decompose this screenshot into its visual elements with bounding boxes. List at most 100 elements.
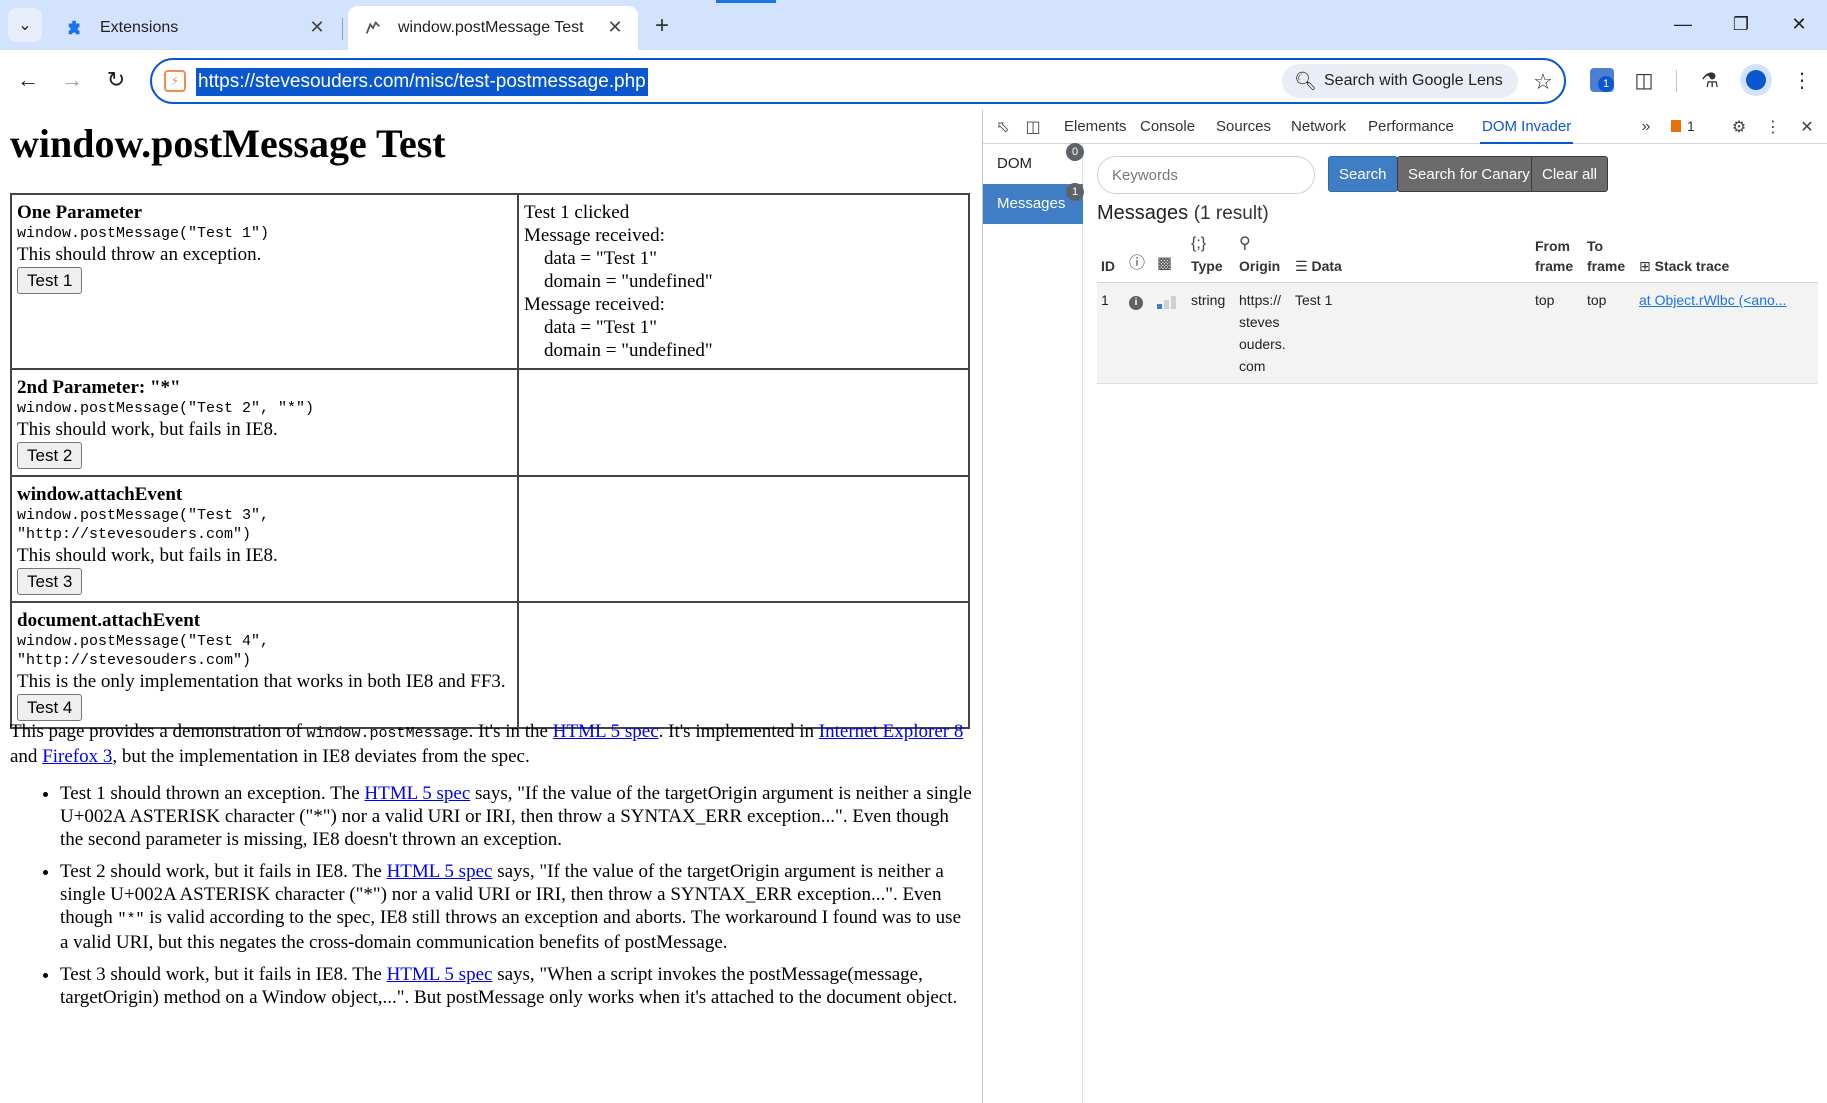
bookmark-star-icon[interactable]: ☆ (1528, 67, 1558, 97)
arrow-right-icon: → (61, 67, 83, 92)
reload-button[interactable]: ↻ (98, 62, 134, 98)
issues-counter[interactable]: 1 (1671, 118, 1695, 134)
test-cell: window.attachEvent window.postMessage("T… (10, 475, 519, 603)
column-header-origin[interactable]: ⚲ Origin (1235, 232, 1291, 283)
stack-trace-link[interactable]: at Object.rWlbc (<ano... (1639, 289, 1799, 311)
location-pin-icon: ⚲ (1239, 235, 1251, 252)
sidebar-item-messages[interactable]: Messages 1 (983, 183, 1084, 224)
html5-spec-link[interactable]: HTML 5 spec (553, 721, 659, 742)
google-lens-button[interactable]: 🔍︎ Search with Google Lens (1282, 64, 1518, 98)
extension-badge: 1 (1598, 76, 1614, 92)
browser-toolbar: ← → ↻ ⚡ https://stevesouders.com/misc/te… (0, 50, 1827, 110)
html5-spec-link[interactable]: HTML 5 spec (387, 861, 493, 882)
column-header-type[interactable]: {;} Type (1187, 232, 1235, 283)
restore-button[interactable]: ❐ (1718, 8, 1764, 40)
puzzle-icon: ◫ (1634, 69, 1654, 92)
test-cell: 2nd Parameter: "*" window.postMessage("T… (10, 368, 519, 477)
site-info-icon[interactable]: ⚡ (164, 70, 186, 92)
test-output-cell (517, 601, 970, 729)
clear-all-button[interactable]: Clear all (1531, 156, 1609, 192)
test-3-button[interactable]: Test 3 (17, 568, 83, 595)
kebab-menu-icon[interactable]: ⋮ (1761, 116, 1785, 138)
search-button[interactable]: Search (1328, 156, 1398, 192)
bullet-text: Test 3 should work, but it fails in IE8.… (60, 964, 387, 985)
close-tab-icon[interactable]: ✕ (306, 16, 328, 38)
column-header-id[interactable]: ID (1097, 232, 1125, 283)
internet-explorer-8-link[interactable]: Internet Explorer 8 (819, 721, 964, 742)
column-header-data[interactable]: ☰ Data (1291, 232, 1531, 283)
search-for-canary-button[interactable]: Search for Canary (1397, 156, 1541, 192)
tab-dom-invader[interactable]: DOM Invader (1480, 110, 1574, 144)
tab-postmessage-test[interactable]: window.postMessage Test ✕ (348, 6, 638, 50)
test-code: window.postMessage("Test 2", "*") (17, 400, 315, 417)
sidebar-item-label: DOM (997, 155, 1032, 172)
kebab-menu-icon: ⋮ (1792, 69, 1812, 92)
tab-search-button[interactable]: ⌄ (8, 8, 42, 42)
close-window-button[interactable]: ✕ (1776, 8, 1822, 40)
profile-avatar[interactable] (1740, 64, 1772, 96)
puzzle-icon (64, 17, 86, 39)
reload-icon: ↻ (106, 67, 126, 92)
test-output-cell (517, 368, 970, 477)
cell-type: string (1187, 282, 1235, 384)
extension-icon: 1 (1590, 68, 1614, 92)
device-toolbar-icon[interactable]: ◫ (1021, 116, 1045, 138)
cell-stack-trace: at Object.rWlbc (<ano... (1635, 282, 1818, 384)
tab-elements[interactable]: Elements (1064, 110, 1127, 144)
tab-separator (342, 18, 343, 40)
inspect-element-icon[interactable]: ⬁ (991, 116, 1015, 138)
intro-paragraph: This page provides a demonstration of wi… (10, 720, 970, 768)
url-text[interactable]: https://stevesouders.com/misc/test-postm… (196, 68, 648, 96)
column-header-severity[interactable]: ⓘ (1125, 232, 1153, 283)
column-header-confidence[interactable]: ▩ (1153, 232, 1187, 283)
test-1-button[interactable]: Test 1 (17, 267, 83, 294)
html5-spec-link[interactable]: HTML 5 spec (364, 783, 470, 804)
intro-text: . It's implemented in (658, 721, 819, 742)
close-tab-icon[interactable]: ✕ (604, 16, 626, 38)
output-title: Test 1 clicked (524, 202, 630, 223)
test-cell: One Parameter window.postMessage("Test 1… (10, 193, 519, 370)
message-label: Message received: (524, 225, 665, 246)
count-badge: 0 (1066, 143, 1084, 161)
keywords-input[interactable] (1097, 156, 1315, 194)
firefox-3-link[interactable]: Firefox 3 (42, 746, 112, 767)
forward-button[interactable]: → (54, 62, 90, 98)
new-tab-button[interactable]: + (648, 12, 676, 40)
tab-extensions[interactable]: Extensions ✕ (50, 6, 340, 50)
close-icon[interactable]: ✕ (1795, 116, 1819, 138)
test-note: This should work, but fails in IE8. (17, 419, 278, 440)
intro-text: , but the implementation in IE8 deviates… (112, 746, 530, 767)
chevron-down-icon: ⌄ (18, 17, 32, 34)
column-header-stack-trace[interactable]: ⊞ Stack trace (1635, 232, 1818, 283)
intro-text: This page provides a demonstration of (10, 721, 307, 742)
html5-spec-link[interactable]: HTML 5 spec (387, 964, 493, 985)
extension-burp-button[interactable]: 1 (1584, 62, 1620, 98)
sidebar-item-dom[interactable]: DOM 0 (983, 143, 1084, 184)
tab-sources[interactable]: Sources (1216, 110, 1271, 144)
gear-icon[interactable]: ⚙ (1727, 116, 1751, 138)
signal-bars-icon: ▩ (1157, 255, 1173, 272)
cell-id: 1 (1097, 282, 1125, 384)
result-count: (1 result) (1193, 203, 1269, 224)
test-code: window.postMessage("Test 3", "http://ste… (17, 507, 270, 543)
tab-console[interactable]: Console (1140, 110, 1195, 144)
minimize-button[interactable]: — (1660, 8, 1706, 40)
address-bar[interactable]: ⚡ https://stevesouders.com/misc/test-pos… (150, 58, 1566, 104)
test-note: This should throw an exception. (17, 244, 262, 265)
column-header-from-frame[interactable]: From frame (1531, 232, 1583, 283)
extensions-menu-button[interactable]: ◫ (1626, 62, 1662, 98)
tab-performance[interactable]: Performance (1368, 110, 1454, 144)
count-badge: 1 (1066, 183, 1084, 201)
toolbar-divider (1676, 70, 1677, 92)
column-label: Stack trace (1654, 258, 1730, 274)
browser-menu-button[interactable]: ⋮ (1784, 62, 1820, 98)
tab-network[interactable]: Network (1291, 110, 1346, 144)
page-title: window.postMessage Test (10, 121, 446, 166)
test-2-button[interactable]: Test 2 (17, 442, 83, 469)
more-tabs-chevron-icon[interactable]: » (1634, 116, 1658, 138)
labs-button[interactable]: ⚗ (1692, 62, 1728, 98)
column-header-to-frame[interactable]: To frame (1583, 232, 1635, 283)
back-button[interactable]: ← (10, 62, 46, 98)
table-row[interactable]: 1 i string https://stevesouders.com Test… (1097, 282, 1818, 384)
test-4-button[interactable]: Test 4 (17, 694, 83, 721)
